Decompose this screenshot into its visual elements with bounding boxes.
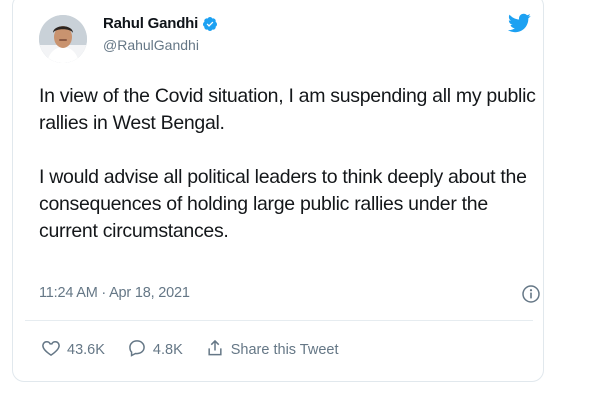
share-icon	[205, 338, 225, 362]
share-button[interactable]: Share this Tweet	[205, 338, 339, 362]
tweet-actions: 43.6K 4.8K Share this Tweet	[41, 338, 361, 362]
author-row[interactable]: Rahul Gandhi	[103, 15, 218, 32]
share-label: Share this Tweet	[230, 342, 339, 358]
tweet-paragraph: I would advise all political leaders to …	[39, 166, 527, 242]
tweet-paragraph: In view of the Covid situation, I am sus…	[39, 85, 536, 134]
author-handle[interactable]: @RahulGandhi	[103, 37, 199, 53]
like-count: 43.6K	[67, 342, 105, 358]
like-button[interactable]: 43.6K	[41, 338, 105, 362]
avatar-image	[39, 15, 87, 63]
verified-badge-icon	[202, 16, 218, 32]
tweet-timestamp[interactable]: 11:24 AM · Apr 18, 2021	[39, 285, 190, 301]
author-name[interactable]: Rahul Gandhi	[103, 15, 198, 32]
twitter-bird-icon[interactable]	[505, 11, 533, 35]
heart-icon	[41, 338, 61, 362]
reply-count: 4.8K	[152, 342, 183, 358]
info-icon[interactable]	[521, 284, 541, 304]
tweet-text: In view of the Covid situation, I am sus…	[39, 83, 539, 245]
divider	[25, 320, 533, 321]
page: Rahul Gandhi @RahulGandhi In view of the…	[0, 0, 600, 400]
reply-button[interactable]: 4.8K	[127, 338, 183, 362]
avatar[interactable]	[39, 15, 87, 63]
tweet-card[interactable]: Rahul Gandhi @RahulGandhi In view of the…	[12, 0, 544, 382]
reply-bubble-icon	[127, 338, 147, 362]
